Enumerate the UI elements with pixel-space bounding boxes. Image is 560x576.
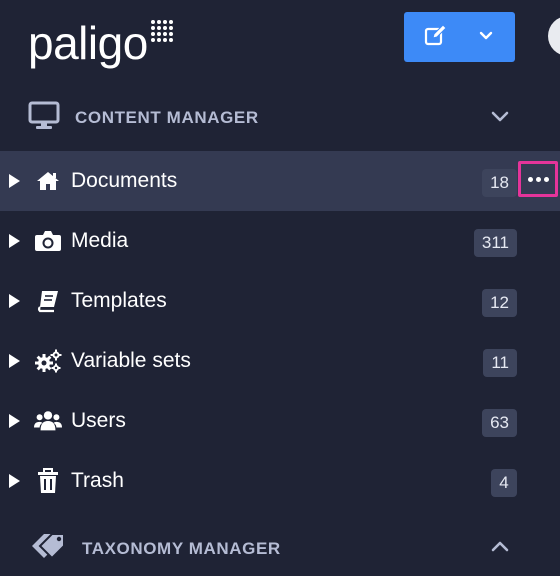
tree-item-label: Users (71, 409, 126, 432)
logo-dots-icon (150, 20, 173, 42)
chevron-up-icon[interactable] (490, 540, 510, 559)
dot (543, 176, 549, 182)
count-badge: 311 (473, 229, 517, 257)
dot (527, 176, 533, 182)
content-tree: Documents 18 Media 311 Templates 12 Vari… (0, 151, 560, 511)
edit-icon (424, 23, 448, 51)
trash-icon (34, 467, 62, 495)
tree-item-variable-sets[interactable]: Variable sets 11 (0, 331, 560, 391)
count-badge: 4 (491, 469, 517, 497)
count-badge: 63 (482, 409, 517, 437)
expand-caret-icon[interactable] (9, 234, 20, 248)
monitor-icon (28, 101, 60, 136)
tree-item-documents[interactable]: Documents 18 (0, 151, 560, 211)
tree-item-templates[interactable]: Templates 12 (0, 271, 560, 331)
count-badge: 12 (482, 289, 517, 317)
tree-item-label: Trash (71, 469, 124, 492)
expand-caret-icon[interactable] (9, 414, 20, 428)
chevron-down-icon (479, 28, 493, 46)
tags-icon (30, 532, 68, 567)
expand-caret-icon[interactable] (9, 174, 20, 188)
taxonomy-manager-header[interactable]: TAXONOMY MANAGER (0, 524, 560, 574)
edit-dropdown-button[interactable] (404, 12, 515, 62)
tree-item-label: Templates (71, 289, 167, 312)
home-icon (34, 167, 62, 195)
content-manager-title: CONTENT MANAGER (75, 108, 259, 127)
chevron-down-icon[interactable] (490, 109, 510, 128)
content-manager-header[interactable]: CONTENT MANAGER (0, 93, 560, 143)
top-bar: paligo (0, 0, 560, 88)
expand-caret-icon[interactable] (9, 294, 20, 308)
dot (535, 176, 541, 182)
logo-text: paligo (28, 17, 148, 69)
more-options-button[interactable] (518, 161, 558, 197)
expand-caret-icon[interactable] (9, 354, 20, 368)
tree-item-users[interactable]: Users 63 (0, 391, 560, 451)
count-badge: 18 (482, 169, 517, 197)
count-badge: 11 (483, 349, 517, 377)
user-avatar[interactable] (548, 16, 560, 56)
expand-caret-icon[interactable] (9, 474, 20, 488)
tree-item-label: Variable sets (71, 349, 191, 372)
taxonomy-manager-title: TAXONOMY MANAGER (82, 539, 281, 558)
tree-item-trash[interactable]: Trash 4 (0, 451, 560, 511)
gears-icon (34, 347, 62, 375)
paligo-logo[interactable]: paligo (28, 18, 173, 68)
tree-item-label: Documents (71, 169, 178, 192)
book-icon (34, 287, 62, 315)
tree-item-media[interactable]: Media 311 (0, 211, 560, 271)
users-icon (34, 407, 62, 435)
tree-item-label: Media (71, 229, 129, 252)
camera-icon (34, 227, 62, 255)
